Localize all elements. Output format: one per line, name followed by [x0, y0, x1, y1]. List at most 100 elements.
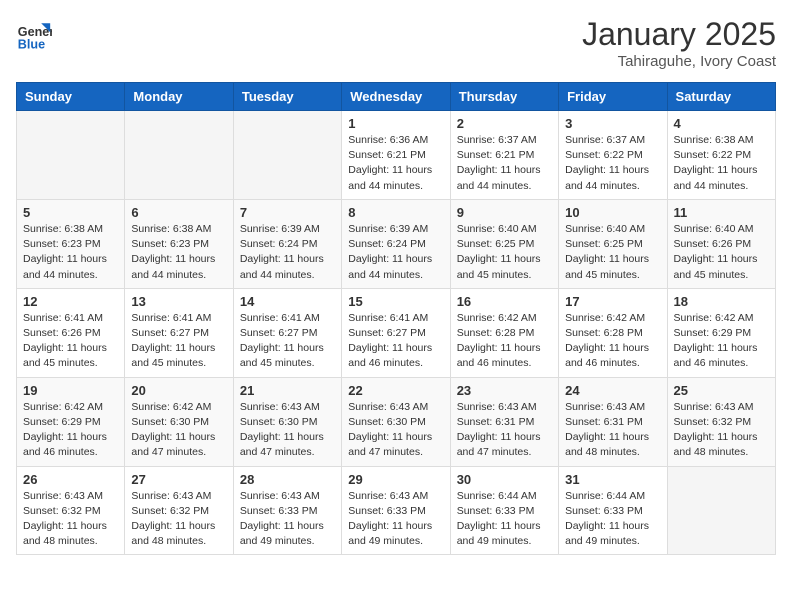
day-content: Sunrise: 6:42 AMSunset: 6:28 PMDaylight:…	[565, 311, 660, 372]
calendar-cell	[233, 111, 341, 200]
calendar-cell: 31 Sunrise: 6:44 AMSunset: 6:33 PMDayligh…	[559, 466, 667, 555]
day-content: Sunrise: 6:44 AMSunset: 6:33 PMDaylight:…	[565, 489, 660, 550]
day-content: Sunrise: 6:37 AMSunset: 6:21 PMDaylight:…	[457, 133, 552, 194]
calendar-cell: 26 Sunrise: 6:43 AMSunset: 6:32 PMDayligh…	[17, 466, 125, 555]
day-number: 28	[240, 472, 335, 487]
calendar-cell: 22Sunrise: 6:43 AMSunset: 6:30 PMDayligh…	[342, 377, 450, 466]
calendar-cell	[125, 111, 233, 200]
location-subtitle: Tahiraguhe, Ivory Coast	[582, 53, 776, 70]
calendar-cell: 10 Sunrise: 6:40 AMSunset: 6:25 PMDayligh…	[559, 199, 667, 288]
day-number: 11	[674, 205, 769, 220]
day-number: 4	[674, 116, 769, 131]
day-number: 27	[131, 472, 226, 487]
day-content: Sunrise: 6:38 AMSunset: 6:22 PMDaylight:…	[674, 133, 769, 194]
calendar-cell: 1 Sunrise: 6:36 AMSunset: 6:21 PMDaylight…	[342, 111, 450, 200]
page-header: General Blue January 2025 Tahiraguhe, Iv…	[16, 16, 776, 70]
day-number: 21	[240, 383, 335, 398]
day-number: 19	[23, 383, 118, 398]
day-number: 9	[457, 205, 552, 220]
day-number: 31	[565, 472, 660, 487]
day-header-sunday: Sunday	[17, 83, 125, 111]
calendar-cell: 19 Sunrise: 6:42 AMSunset: 6:29 PMDayligh…	[17, 377, 125, 466]
day-number: 5	[23, 205, 118, 220]
day-content: Sunrise: 6:43 AMSunset: 6:30 PMDaylight:…	[348, 400, 443, 461]
day-number: 1	[348, 116, 443, 131]
day-content: Sunrise: 6:43 AMSunset: 6:31 PMDaylight:…	[457, 400, 552, 461]
day-content: Sunrise: 6:41 AMSunset: 6:26 PMDaylight:…	[23, 311, 118, 372]
day-number: 26	[23, 472, 118, 487]
calendar-cell: 4 Sunrise: 6:38 AMSunset: 6:22 PMDaylight…	[667, 111, 775, 200]
day-content: Sunrise: 6:43 AMSunset: 6:32 PMDaylight:…	[23, 489, 118, 550]
day-content: Sunrise: 6:43 AMSunset: 6:32 PMDaylight:…	[674, 400, 769, 461]
day-header-friday: Friday	[559, 83, 667, 111]
calendar-header-row: SundayMondayTuesdayWednesdayThursdayFrid…	[17, 83, 776, 111]
calendar-week-1: 1 Sunrise: 6:36 AMSunset: 6:21 PMDaylight…	[17, 111, 776, 200]
day-content: Sunrise: 6:40 AMSunset: 6:26 PMDaylight:…	[674, 222, 769, 283]
calendar-cell	[17, 111, 125, 200]
calendar-week-2: 5 Sunrise: 6:38 AMSunset: 6:23 PMDaylight…	[17, 199, 776, 288]
day-number: 13	[131, 294, 226, 309]
day-number: 8	[348, 205, 443, 220]
day-header-tuesday: Tuesday	[233, 83, 341, 111]
calendar-cell: 17Sunrise: 6:42 AMSunset: 6:28 PMDayligh…	[559, 288, 667, 377]
svg-text:Blue: Blue	[18, 37, 45, 51]
day-number: 24	[565, 383, 660, 398]
day-content: Sunrise: 6:42 AMSunset: 6:29 PMDaylight:…	[23, 400, 118, 461]
day-number: 14	[240, 294, 335, 309]
calendar-cell: 14 Sunrise: 6:41 AMSunset: 6:27 PMDayligh…	[233, 288, 341, 377]
logo: General Blue	[16, 16, 52, 52]
day-number: 16	[457, 294, 552, 309]
day-content: Sunrise: 6:37 AMSunset: 6:22 PMDaylight:…	[565, 133, 660, 194]
calendar-cell: 20 Sunrise: 6:42 AMSunset: 6:30 PMDayligh…	[125, 377, 233, 466]
day-number: 20	[131, 383, 226, 398]
day-number: 12	[23, 294, 118, 309]
day-number: 3	[565, 116, 660, 131]
day-content: Sunrise: 6:42 AMSunset: 6:29 PMDaylight:…	[674, 311, 769, 372]
calendar-cell: 24 Sunrise: 6:43 AMSunset: 6:31 PMDayligh…	[559, 377, 667, 466]
calendar-cell: 28Sunrise: 6:43 AMSunset: 6:33 PMDayligh…	[233, 466, 341, 555]
calendar-cell: 7Sunrise: 6:39 AMSunset: 6:24 PMDaylight…	[233, 199, 341, 288]
day-header-monday: Monday	[125, 83, 233, 111]
calendar-cell: 12 Sunrise: 6:41 AMSunset: 6:26 PMDayligh…	[17, 288, 125, 377]
calendar-cell: 25 Sunrise: 6:43 AMSunset: 6:32 PMDayligh…	[667, 377, 775, 466]
calendar-cell: 29 Sunrise: 6:43 AMSunset: 6:33 PMDayligh…	[342, 466, 450, 555]
day-number: 25	[674, 383, 769, 398]
day-content: Sunrise: 6:40 AMSunset: 6:25 PMDaylight:…	[457, 222, 552, 283]
calendar-cell: 11 Sunrise: 6:40 AMSunset: 6:26 PMDayligh…	[667, 199, 775, 288]
day-content: Sunrise: 6:43 AMSunset: 6:31 PMDaylight:…	[565, 400, 660, 461]
day-content: Sunrise: 6:36 AMSunset: 6:21 PMDaylight:…	[348, 133, 443, 194]
day-content: Sunrise: 6:43 AMSunset: 6:33 PMDaylight:…	[348, 489, 443, 550]
calendar-cell: 15 Sunrise: 6:41 AMSunset: 6:27 PMDayligh…	[342, 288, 450, 377]
calendar-cell: 13Sunrise: 6:41 AMSunset: 6:27 PMDayligh…	[125, 288, 233, 377]
day-number: 2	[457, 116, 552, 131]
day-content: Sunrise: 6:41 AMSunset: 6:27 PMDaylight:…	[348, 311, 443, 372]
day-content: Sunrise: 6:40 AMSunset: 6:25 PMDaylight:…	[565, 222, 660, 283]
day-content: Sunrise: 6:38 AMSunset: 6:23 PMDaylight:…	[131, 222, 226, 283]
day-content: Sunrise: 6:41 AMSunset: 6:27 PMDaylight:…	[240, 311, 335, 372]
day-content: Sunrise: 6:43 AMSunset: 6:32 PMDaylight:…	[131, 489, 226, 550]
calendar-cell: 8Sunrise: 6:39 AMSunset: 6:24 PMDaylight…	[342, 199, 450, 288]
calendar-cell: 3 Sunrise: 6:37 AMSunset: 6:22 PMDaylight…	[559, 111, 667, 200]
day-header-saturday: Saturday	[667, 83, 775, 111]
day-number: 6	[131, 205, 226, 220]
month-title: January 2025	[582, 16, 776, 53]
day-content: Sunrise: 6:43 AMSunset: 6:30 PMDaylight:…	[240, 400, 335, 461]
calendar-cell	[667, 466, 775, 555]
calendar-cell: 6 Sunrise: 6:38 AMSunset: 6:23 PMDaylight…	[125, 199, 233, 288]
calendar-cell: 16Sunrise: 6:42 AMSunset: 6:28 PMDayligh…	[450, 288, 558, 377]
day-number: 29	[348, 472, 443, 487]
day-content: Sunrise: 6:42 AMSunset: 6:30 PMDaylight:…	[131, 400, 226, 461]
day-header-wednesday: Wednesday	[342, 83, 450, 111]
day-number: 10	[565, 205, 660, 220]
calendar-cell: 21 Sunrise: 6:43 AMSunset: 6:30 PMDayligh…	[233, 377, 341, 466]
logo-icon: General Blue	[16, 16, 52, 52]
day-content: Sunrise: 6:44 AMSunset: 6:33 PMDaylight:…	[457, 489, 552, 550]
day-number: 7	[240, 205, 335, 220]
calendar-week-5: 26 Sunrise: 6:43 AMSunset: 6:32 PMDayligh…	[17, 466, 776, 555]
calendar-cell: 27 Sunrise: 6:43 AMSunset: 6:32 PMDayligh…	[125, 466, 233, 555]
day-number: 18	[674, 294, 769, 309]
calendar-cell: 30Sunrise: 6:44 AMSunset: 6:33 PMDayligh…	[450, 466, 558, 555]
calendar-cell: 2 Sunrise: 6:37 AMSunset: 6:21 PMDaylight…	[450, 111, 558, 200]
day-number: 15	[348, 294, 443, 309]
calendar-week-4: 19 Sunrise: 6:42 AMSunset: 6:29 PMDayligh…	[17, 377, 776, 466]
